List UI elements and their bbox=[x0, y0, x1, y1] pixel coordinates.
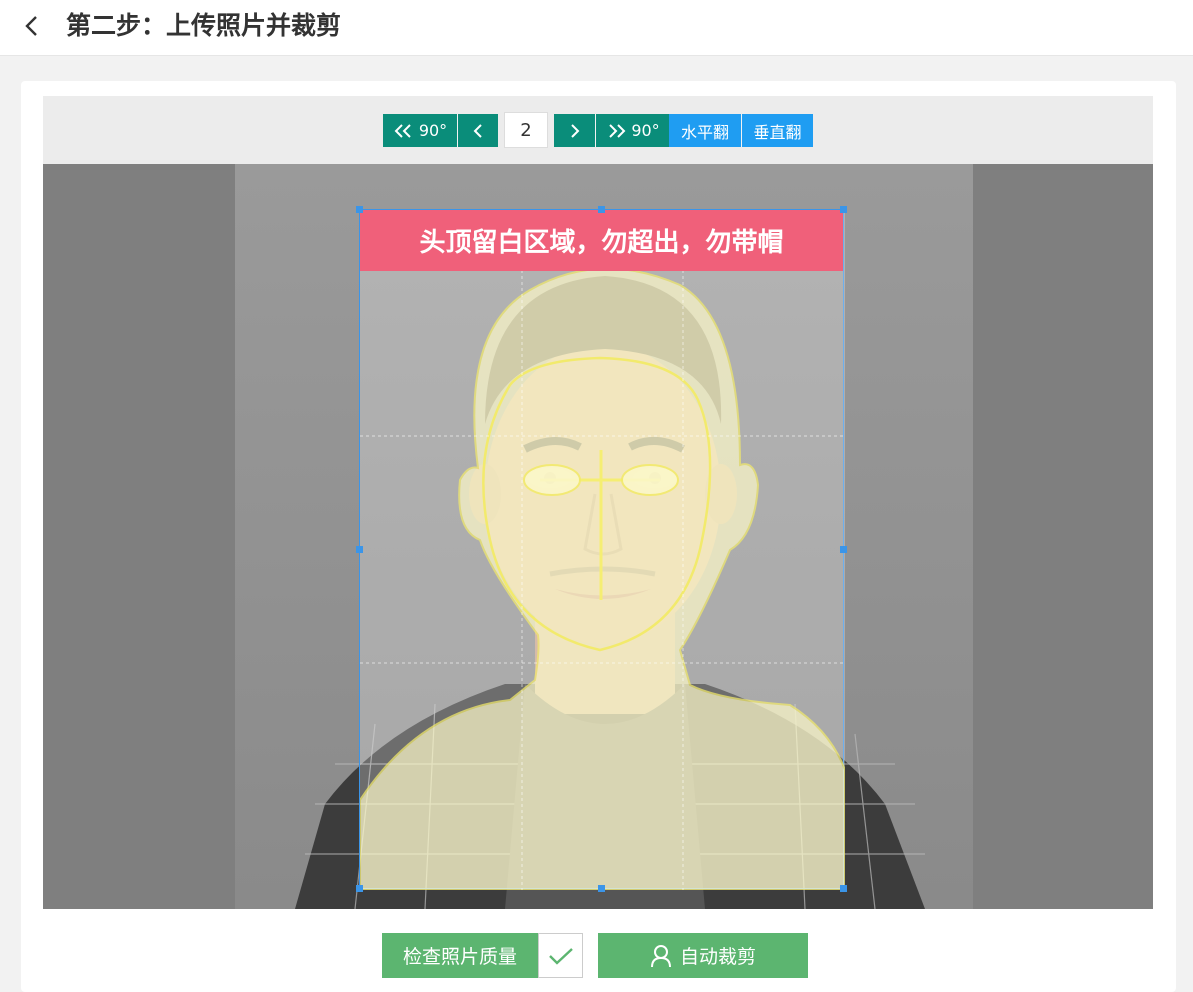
crop-handle[interactable] bbox=[598, 885, 605, 892]
crop-box[interactable]: 头顶留白区域，勿超出，勿带帽 bbox=[356, 206, 847, 892]
rotate-right-button[interactable]: 90° bbox=[596, 114, 669, 147]
double-chevron-right-icon bbox=[609, 123, 626, 138]
chevron-left-icon bbox=[473, 123, 482, 138]
image-stage[interactable]: 头顶留白区域，勿超出，勿带帽 bbox=[43, 164, 1153, 909]
check-quality-button[interactable]: 检查照片质量 bbox=[382, 933, 538, 978]
back-icon[interactable] bbox=[16, 10, 48, 42]
rotate-left-button[interactable]: 90° bbox=[383, 114, 457, 147]
crop-handle[interactable] bbox=[356, 885, 363, 892]
page-header: 第二步：上传照片并裁剪 bbox=[0, 0, 1193, 56]
auto-crop-label: 自动裁剪 bbox=[679, 946, 756, 968]
user-icon bbox=[650, 944, 671, 967]
crop-handle[interactable] bbox=[840, 206, 847, 213]
checkmark-icon bbox=[548, 947, 573, 965]
crop-handle[interactable] bbox=[598, 206, 605, 213]
prev-button[interactable] bbox=[458, 114, 498, 147]
crop-handle[interactable] bbox=[356, 206, 363, 213]
face-guide-overlay bbox=[360, 210, 845, 890]
crop-handle[interactable] bbox=[356, 546, 363, 553]
rotate-right-label: 90° bbox=[631, 121, 660, 140]
crop-handle[interactable] bbox=[840, 885, 847, 892]
next-button[interactable] bbox=[554, 114, 595, 147]
head-margin-text: 头顶留白区域，勿超出，勿带帽 bbox=[419, 228, 784, 258]
head-margin-banner: 头顶留白区域，勿超出，勿带帽 bbox=[360, 210, 843, 271]
double-chevron-left-icon bbox=[394, 123, 411, 138]
page-title: 第二步：上传照片并裁剪 bbox=[66, 11, 342, 40]
check-quality-status bbox=[538, 933, 583, 978]
flip-horizontal-button[interactable]: 水平翻 bbox=[669, 114, 741, 147]
flip-vertical-button[interactable]: 垂直翻 bbox=[742, 114, 813, 147]
auto-crop-button[interactable]: 自动裁剪 bbox=[598, 933, 808, 978]
crop-handle[interactable] bbox=[840, 546, 847, 553]
chevron-right-icon bbox=[570, 123, 579, 138]
rotate-left-label: 90° bbox=[418, 121, 448, 140]
page-number[interactable]: 2 bbox=[504, 112, 548, 148]
